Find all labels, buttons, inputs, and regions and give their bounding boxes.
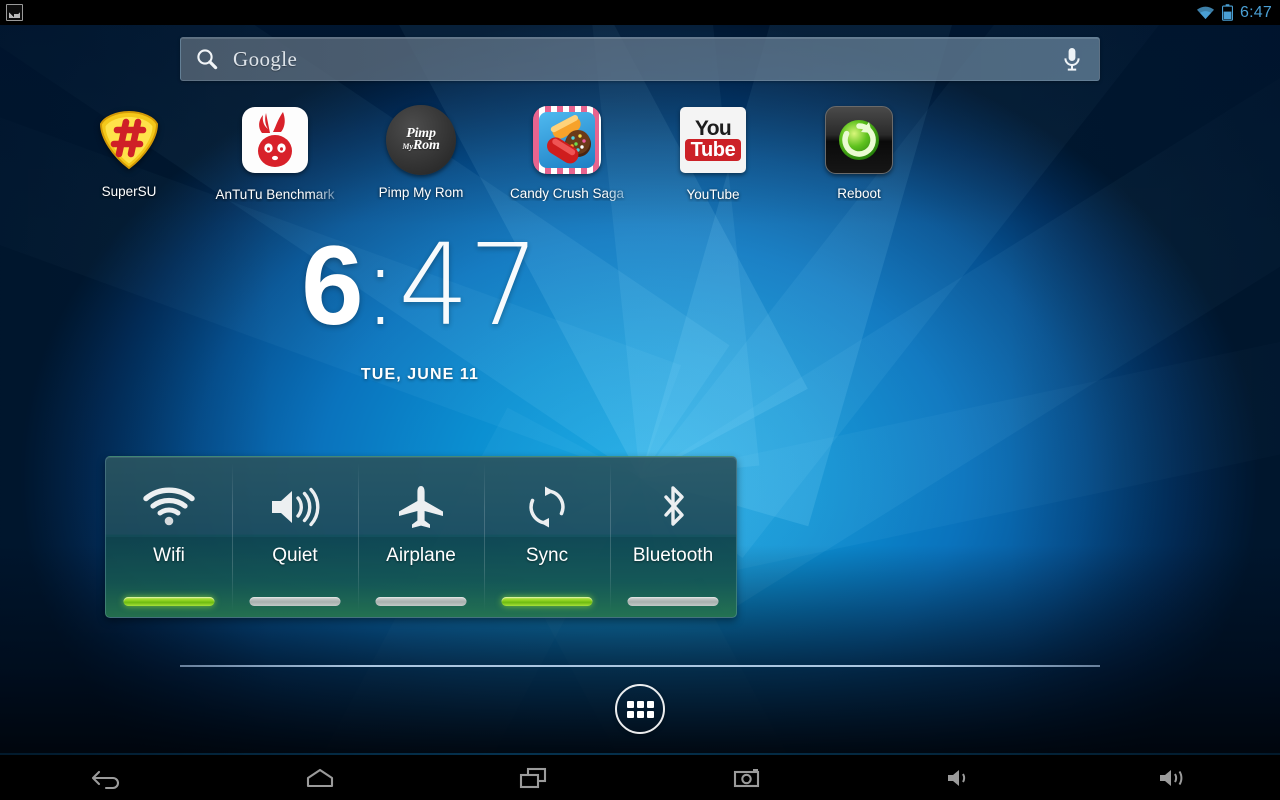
clock-date: TUE, JUNE 11: [360, 366, 480, 383]
toggle-label: Bluetooth: [632, 545, 714, 566]
app-label: Candy Crush Saga: [509, 186, 625, 201]
toggle-label: Sync: [525, 545, 569, 566]
youtube-icon[interactable]: You Tube: [677, 107, 749, 179]
back-arrow-icon: [91, 770, 119, 789]
toggle-label: Airplane: [386, 545, 456, 566]
homescreen-app-row: SuperSU AnTuTu Benchmark Pimp MyRom Pimp…: [0, 104, 1280, 204]
home-button[interactable]: [213, 755, 426, 800]
app-label: YouTube: [686, 187, 740, 202]
screenshot-image-icon[interactable]: [6, 4, 23, 21]
microphone-icon[interactable]: [1045, 46, 1099, 72]
pimp-my-rom-icon[interactable]: Pimp MyRom: [385, 105, 457, 177]
android-homescreen: 6:47 Google SuperSU AnTuTu Benchmark Pim…: [0, 0, 1280, 800]
youtube-tube-text: Tube: [684, 139, 742, 161]
status-bar-system-icons[interactable]: 6:47: [1196, 4, 1272, 22]
recent-apps-icon: [520, 767, 547, 788]
toggle-state-indicator[interactable]: [375, 597, 467, 606]
volume-up-button[interactable]: [1067, 755, 1280, 800]
app-icon-pimp-my-rom[interactable]: Pimp MyRom Pimp My Rom: [346, 104, 496, 200]
toggle-state-indicator[interactable]: [501, 597, 593, 606]
toggle-label: Quiet: [272, 545, 318, 566]
app-icon-reboot[interactable]: Reboot: [784, 104, 934, 201]
antutu-icon[interactable]: [239, 107, 311, 179]
app-drawer-grid-icon: [626, 700, 654, 718]
wifi-icon: [142, 483, 196, 531]
app-label: Reboot: [837, 186, 881, 201]
app-label: AnTuTu Benchmark: [215, 187, 335, 202]
app-icon-antutu[interactable]: AnTuTu Benchmark: [200, 104, 350, 202]
screenshot-button[interactable]: [640, 755, 853, 800]
volume-icon: [267, 483, 323, 531]
app-drawer-button[interactable]: [615, 684, 665, 734]
clock-widget[interactable]: 6:47 TUE, JUNE 11: [180, 230, 660, 384]
toggle-wifi[interactable]: Wifi: [106, 457, 232, 617]
toggle-state-indicator[interactable]: [123, 597, 215, 606]
quick-toggle-widget: Wifi Quiet Airplane Sync Bluetooth: [105, 456, 737, 618]
clock-time: 6:47: [180, 230, 660, 343]
toggle-sync[interactable]: Sync: [484, 457, 610, 617]
toggle-quiet[interactable]: Quiet: [232, 457, 358, 617]
hotseat-divider: [180, 665, 1100, 667]
youtube-you-text: You: [694, 117, 732, 140]
camera-icon: [733, 768, 759, 787]
clock-hour: 6: [301, 223, 363, 348]
wifi-icon: [1196, 6, 1215, 19]
status-bar-notifications[interactable]: [6, 4, 23, 21]
status-bar-clock: 6:47: [1240, 3, 1272, 21]
clock-minute: :47: [361, 221, 540, 351]
app-icon-candy-crush[interactable]: Candy Crush Saga: [492, 104, 642, 201]
toggle-airplane[interactable]: Airplane: [358, 457, 484, 617]
app-label: SuperSU: [101, 184, 157, 199]
app-icon-supersu[interactable]: SuperSU: [54, 104, 204, 199]
navigation-bar: [0, 753, 1280, 800]
toggle-bluetooth[interactable]: Bluetooth: [610, 457, 736, 617]
reboot-icon[interactable]: [823, 106, 895, 178]
back-button[interactable]: [0, 755, 213, 800]
volume-down-button[interactable]: [853, 755, 1066, 800]
toggle-state-indicator[interactable]: [249, 597, 341, 606]
candy-crush-icon[interactable]: [531, 106, 603, 178]
google-search-bar[interactable]: Google: [180, 37, 1100, 81]
app-label: Pimp My Rom: [378, 185, 464, 200]
app-icon-youtube[interactable]: You Tube YouTube: [638, 104, 788, 202]
sync-icon: [523, 483, 571, 531]
toggle-state-indicator[interactable]: [627, 597, 719, 606]
supersu-icon[interactable]: [93, 104, 165, 176]
search-icon[interactable]: [181, 47, 233, 71]
toggle-label: Wifi: [153, 545, 185, 566]
battery-icon: [1222, 4, 1234, 21]
bluetooth-icon: [653, 483, 693, 531]
home-icon: [306, 768, 334, 787]
status-bar[interactable]: 6:47: [0, 0, 1280, 25]
search-input[interactable]: Google: [233, 47, 1045, 72]
volume-down-icon: [947, 769, 966, 786]
airplane-icon: [396, 483, 446, 531]
volume-up-icon: [1160, 769, 1183, 786]
recents-button[interactable]: [427, 755, 640, 800]
